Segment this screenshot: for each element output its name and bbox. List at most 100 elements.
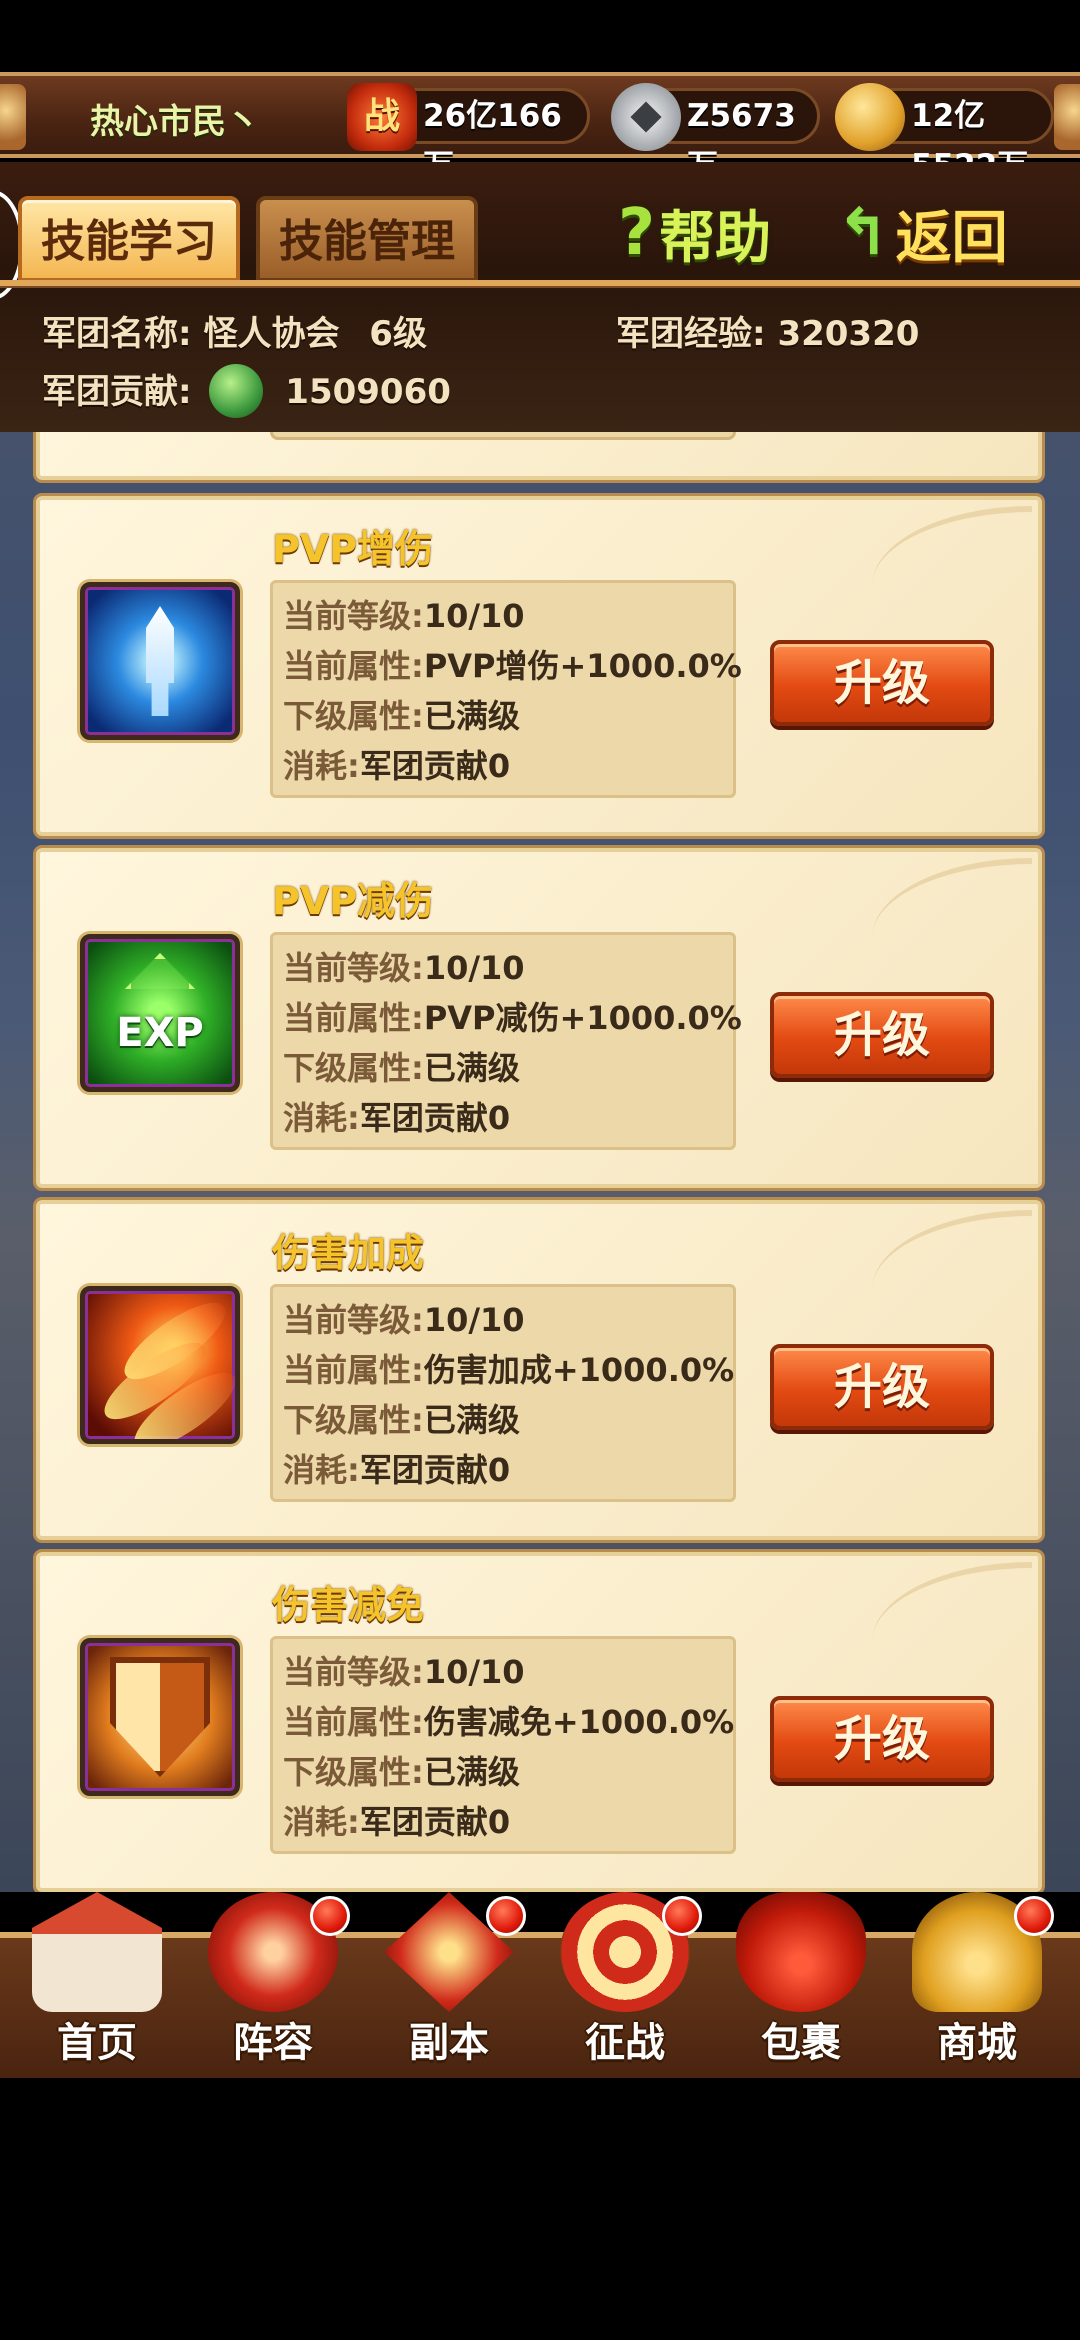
stat-value: 10/10: [423, 1301, 525, 1339]
skill-name: PVP增伤: [272, 527, 434, 571]
combat-power-display: 战 26亿166万: [347, 83, 590, 184]
stat-box-partial: [270, 432, 736, 440]
skill-name: 伤害加成: [272, 1231, 425, 1275]
gold-display[interactable]: 12亿5522万: [835, 83, 1054, 184]
stat-value: 伤害减免+1000.0%: [423, 1703, 735, 1741]
stat-label: 当前等级:: [283, 949, 424, 987]
nav-home[interactable]: 首页: [12, 1892, 182, 2072]
stat-label: 下级属性:: [283, 1401, 424, 1439]
stat-attr-row: 当前属性:伤害减免+1000.0%: [283, 1697, 734, 1747]
stat-next-row: 下级属性:已满级: [283, 1747, 723, 1797]
fire-icon[interactable]: [80, 1286, 240, 1444]
nav-lineup[interactable]: 阵容: [188, 1892, 358, 2072]
shield-icon[interactable]: [80, 1638, 240, 1796]
nav-label: 征战: [585, 2020, 665, 2066]
notification-badge: [486, 1896, 526, 1936]
nav-label: 阵容: [233, 2020, 313, 2066]
skill-stats: 当前等级:10/10 当前属性:伤害加成+1000.0% 下级属性:已满级 消耗…: [270, 1284, 736, 1502]
help-label: 帮助: [659, 205, 772, 271]
tab-skill-management[interactable]: 技能管理: [256, 196, 478, 282]
skill-list[interactable]: PVP增伤 当前等级:10/10 当前属性:PVP增伤+1000.0% 下级属性…: [0, 432, 1080, 1892]
nav-label: 副本: [409, 2020, 489, 2066]
legion-level: 6级: [369, 314, 427, 354]
card-ornament: [872, 1210, 1032, 1290]
stat-cost-row: 消耗:军团贡献0: [283, 1445, 723, 1495]
nav-shop[interactable]: 商城: [892, 1892, 1062, 2072]
sword-icon[interactable]: [80, 582, 240, 740]
bag-icon: [736, 1892, 866, 2012]
skill-name: 伤害减免: [272, 1583, 425, 1627]
legion-exp-value: 320320: [777, 314, 920, 354]
nav-label: 商城: [937, 2020, 1017, 2066]
home-icon: [32, 1892, 162, 2012]
stat-attr-row: 当前属性:PVP减伤+1000.0%: [283, 993, 742, 1043]
bar-ornament-left: [0, 84, 26, 150]
legion-name-row: 军团名称: 怪人协会 6级: [42, 306, 427, 355]
upgrade-button[interactable]: 升级: [770, 1696, 994, 1782]
contribution-value: 1509060: [285, 372, 451, 412]
stat-cost-row: 消耗:军团贡献0: [283, 1797, 723, 1847]
player-name[interactable]: 热心市民丶: [90, 94, 260, 143]
nav-battle[interactable]: 征战: [540, 1892, 710, 2072]
stat-value: 10/10: [423, 597, 525, 635]
stat-value: 伤害加成+1000.0%: [423, 1351, 735, 1389]
stat-label: 消耗:: [283, 1451, 360, 1489]
return-button[interactable]: ↰ 返回: [836, 190, 1008, 276]
stat-cost-row: 消耗:军团贡献0: [283, 741, 723, 791]
combat-power-icon: 战: [347, 83, 417, 151]
stat-cost-row: 消耗:军团贡献0: [283, 1093, 723, 1143]
exp-arrow-icon[interactable]: EXP: [80, 934, 240, 1092]
help-button[interactable]: ? 帮助: [618, 190, 771, 276]
stat-label: 下级属性:: [283, 1049, 424, 1087]
stat-value: 军团贡献0: [359, 1803, 511, 1841]
skill-stats: 当前等级:10/10 当前属性:PVP减伤+1000.0% 下级属性:已满级 消…: [270, 932, 742, 1150]
stat-level-row: 当前等级:10/10: [283, 1295, 723, 1345]
legion-exp-label: 军团经验:: [616, 314, 766, 354]
stat-level-row: 当前等级:10/10: [283, 591, 723, 641]
stat-value: 已满级: [423, 1753, 520, 1791]
stat-value: 已满级: [423, 1049, 520, 1087]
stat-value: PVP减伤+1000.0%: [423, 999, 742, 1037]
stat-value: 军团贡献0: [359, 747, 511, 785]
skill-card: 伤害加成 当前等级:10/10 当前属性:伤害加成+1000.0% 下级属性:已…: [36, 1200, 1042, 1540]
stat-next-row: 下级属性:已满级: [283, 1395, 723, 1445]
stat-label: 当前等级:: [283, 597, 424, 635]
bottom-navigation: 首页 阵容 副本 征战 包裹 商城: [0, 1892, 1080, 2078]
skill-name: PVP减伤: [272, 879, 434, 923]
nav-dungeon[interactable]: 副本: [364, 1892, 534, 2072]
resource-bar: 热心市民丶 战 26亿166万 Z5673万 12亿5522万: [0, 72, 1080, 184]
upgrade-button[interactable]: 升级: [770, 992, 994, 1078]
notification-badge: [662, 1896, 702, 1936]
skill-stats: 当前等级:10/10 当前属性:伤害减免+1000.0% 下级属性:已满级 消耗…: [270, 1636, 736, 1854]
bar-ornament-right: [1054, 84, 1080, 150]
legion-exp-row: 军团经验: 320320: [616, 306, 919, 355]
nav-bag[interactable]: 包裹: [716, 1892, 886, 2072]
skill-stats: 当前等级:10/10 当前属性:PVP增伤+1000.0% 下级属性:已满级 消…: [270, 580, 742, 798]
stat-level-row: 当前等级:10/10: [283, 943, 723, 993]
notification-badge: [1014, 1896, 1054, 1936]
tab-divider: [0, 280, 1080, 288]
upgrade-button[interactable]: 升级: [770, 1344, 994, 1430]
skill-card-partial: [36, 432, 1042, 480]
stat-next-row: 下级属性:已满级: [283, 1043, 723, 1093]
tab-skill-learning[interactable]: 技能学习: [18, 196, 240, 282]
stat-label: 当前属性:: [283, 999, 424, 1037]
stat-attr-row: 当前属性:PVP增伤+1000.0%: [283, 641, 742, 691]
card-ornament: [872, 506, 1032, 586]
stat-value: 10/10: [423, 1653, 525, 1691]
sword-blade-shape: [146, 606, 174, 716]
silver-coin-icon: [611, 83, 681, 151]
stat-label: 消耗:: [283, 747, 360, 785]
exp-icon-text: EXP: [116, 1010, 204, 1056]
up-arrow-shape: [125, 953, 195, 989]
silver-display[interactable]: Z5673万: [611, 83, 820, 184]
stat-level-row: 当前等级:10/10: [283, 1647, 723, 1697]
stat-label: 消耗:: [283, 1099, 360, 1137]
stat-label: 当前等级:: [283, 1301, 424, 1339]
upgrade-button[interactable]: 升级: [770, 640, 994, 726]
stat-label: 当前属性:: [283, 1351, 424, 1389]
stat-value: 军团贡献0: [359, 1099, 511, 1137]
stat-value: 已满级: [423, 1401, 520, 1439]
stat-label: 消耗:: [283, 1803, 360, 1841]
stat-label: 当前属性:: [283, 647, 424, 685]
